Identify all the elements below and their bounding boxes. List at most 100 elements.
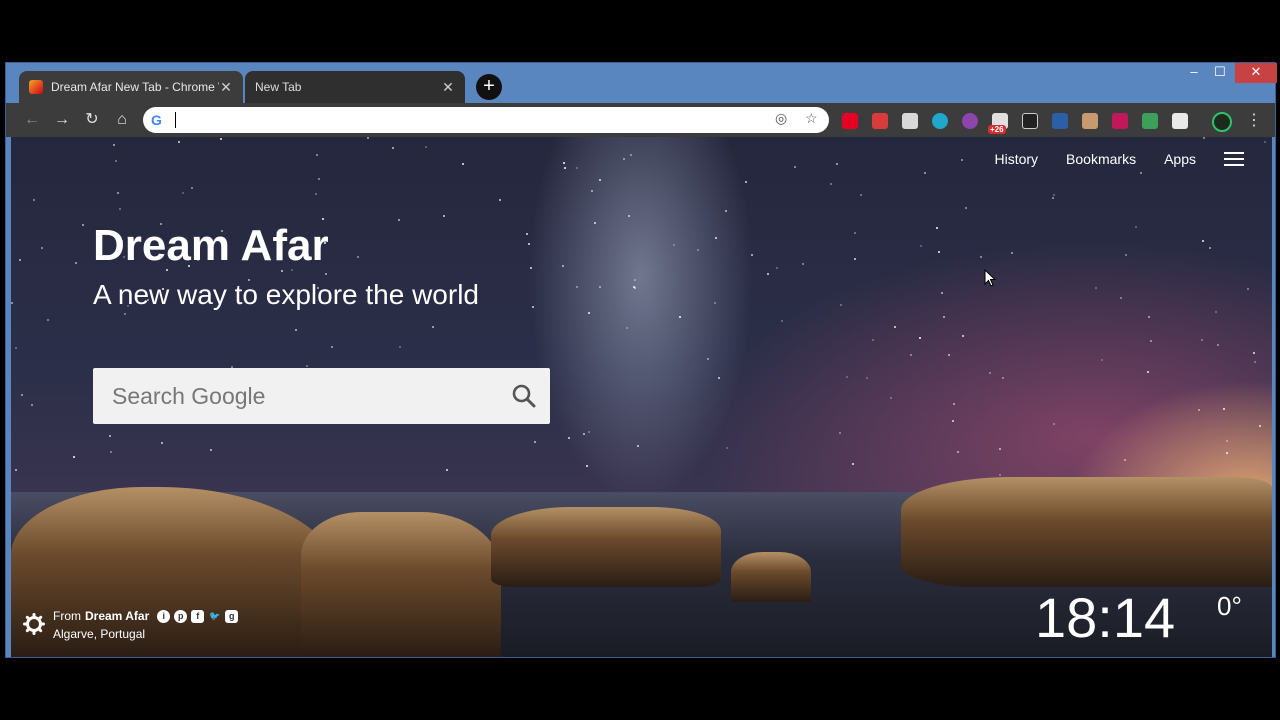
star — [73, 456, 75, 458]
star — [1209, 247, 1211, 249]
star — [623, 158, 625, 160]
tab-close-icon[interactable]: ✕ — [441, 79, 455, 96]
star — [161, 442, 163, 444]
address-input[interactable] — [176, 110, 766, 130]
star — [866, 377, 868, 379]
star — [637, 445, 639, 447]
tab-new-tab[interactable]: New Tab ✕ — [245, 71, 465, 103]
home-button[interactable]: ⌂ — [110, 108, 134, 132]
weather-temperature[interactable]: 0° — [1217, 591, 1242, 622]
star — [109, 435, 111, 437]
reload-button[interactable]: ↻ — [80, 108, 104, 132]
film-extension-icon[interactable] — [1112, 113, 1128, 129]
pinterest-extension-icon[interactable] — [842, 113, 858, 129]
star — [576, 286, 578, 288]
star — [588, 312, 590, 314]
gear-icon[interactable] — [23, 613, 45, 635]
star — [367, 137, 369, 139]
bookmarks-link[interactable]: Bookmarks — [1066, 151, 1136, 167]
maximize-button[interactable]: ☐ — [1205, 63, 1235, 83]
star — [781, 320, 783, 322]
star — [586, 465, 588, 467]
star — [1011, 252, 1013, 254]
star — [599, 286, 601, 288]
star — [306, 365, 308, 367]
star — [534, 441, 536, 443]
clock-extension-icon[interactable] — [962, 113, 978, 129]
cliff-middle — [301, 512, 501, 657]
star — [745, 181, 747, 183]
tab-dream-afar[interactable]: Dream Afar New Tab - Chrome W ✕ — [19, 71, 243, 103]
tab-title: New Tab — [255, 80, 302, 94]
star — [830, 183, 832, 185]
star — [576, 167, 578, 169]
star — [628, 215, 630, 217]
history-link[interactable]: History — [994, 151, 1038, 167]
star — [316, 154, 318, 156]
page-title: Dream Afar — [93, 221, 329, 270]
back-button[interactable]: ← — [20, 108, 44, 132]
star — [1226, 452, 1228, 454]
cube-extension-icon[interactable] — [902, 113, 918, 129]
tab-title: Dream Afar New Tab - Chrome W — [51, 80, 219, 94]
document-extension-icon[interactable] — [1172, 113, 1188, 129]
star — [583, 433, 585, 435]
star — [31, 404, 33, 406]
star — [718, 377, 720, 379]
info-icon[interactable]: i — [157, 609, 171, 623]
star — [1124, 459, 1126, 461]
rock-small — [731, 552, 811, 602]
google-plus-icon[interactable]: g — [225, 609, 239, 623]
star — [526, 233, 528, 235]
globe-extension-icon[interactable] — [1142, 113, 1158, 129]
star — [999, 448, 1001, 450]
star — [564, 167, 566, 169]
credit-brand: Dream Afar — [85, 609, 150, 623]
star — [1215, 311, 1217, 313]
close-window-button[interactable]: ✕ — [1235, 63, 1277, 83]
fish-extension-icon[interactable] — [1052, 113, 1068, 129]
star — [113, 144, 115, 146]
facebook-icon[interactable]: f — [191, 609, 205, 623]
star — [626, 327, 628, 329]
star — [714, 302, 716, 304]
search-input[interactable] — [93, 368, 493, 424]
star — [210, 449, 212, 451]
star — [563, 162, 565, 164]
star — [1202, 240, 1204, 242]
star — [75, 262, 77, 264]
c-extension-icon[interactable] — [932, 113, 948, 129]
star — [948, 354, 950, 356]
hamburger-menu-icon[interactable] — [1224, 152, 1244, 166]
new-tab-button[interactable]: + — [476, 74, 502, 100]
tagline: A new way to explore the world — [93, 279, 479, 310]
pinterest-icon[interactable]: p — [174, 609, 188, 623]
profile-avatar[interactable] — [1212, 112, 1232, 132]
star — [715, 237, 717, 239]
chrome-menu-icon[interactable]: ⋮ — [1246, 110, 1262, 130]
star — [182, 192, 184, 194]
location-target-icon[interactable]: ◎ — [775, 110, 787, 127]
moon-extension-icon[interactable] — [1022, 113, 1038, 129]
star — [315, 193, 317, 195]
star — [936, 227, 938, 229]
apps-link[interactable]: Apps — [1164, 151, 1196, 167]
cliff-right — [901, 477, 1272, 587]
star — [630, 154, 632, 156]
star — [707, 358, 709, 360]
search-icon[interactable] — [511, 383, 537, 409]
vivaldi-extension-icon[interactable] — [872, 113, 888, 129]
avatar-extension-icon[interactable] — [1082, 113, 1098, 129]
star — [599, 179, 601, 181]
star — [398, 219, 400, 221]
search-google-box[interactable] — [93, 368, 550, 424]
twitter-icon[interactable]: 🐦 — [208, 610, 221, 623]
forward-button[interactable]: → — [50, 108, 74, 132]
star — [21, 394, 23, 396]
star — [894, 326, 896, 328]
bookmark-star-icon[interactable]: ☆ — [805, 110, 818, 127]
star — [920, 245, 922, 247]
tab-close-icon[interactable]: ✕ — [219, 79, 233, 96]
address-bar[interactable]: G ◎ ☆ — [143, 107, 829, 133]
star — [634, 287, 636, 289]
